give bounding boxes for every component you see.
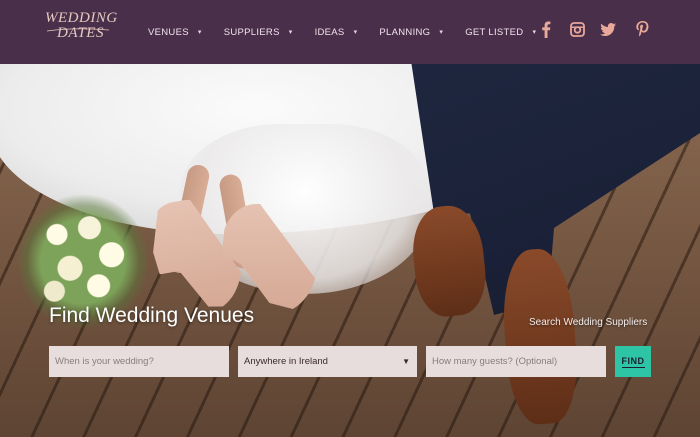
chevron-down-icon: ▾ — [197, 29, 202, 36]
chevron-down-icon: ▾ — [439, 29, 444, 36]
nav-item-label: PLANNING — [379, 26, 431, 38]
search-suppliers-link[interactable]: Search Wedding Suppliers — [529, 317, 647, 328]
nav-item-suppliers[interactable]: SUPPLIERS ▾ — [224, 27, 293, 38]
location-select-value: Anywhere in Ireland — [244, 356, 328, 367]
main-nav: VENUES ▾ SUPPLIERS ▾ IDEAS ▾ PLANNING ▾ … — [148, 0, 558, 64]
site-header: WEDDING DATES VENUES ▾ SUPPLIERS ▾ IDEAS… — [0, 0, 700, 64]
nav-item-get-listed[interactable]: GET LISTED ▾ — [465, 27, 536, 38]
nav-item-planning[interactable]: PLANNING ▾ — [379, 27, 443, 38]
nav-item-label: SUPPLIERS — [223, 26, 280, 38]
instagram-icon[interactable] — [569, 20, 585, 38]
wedding-date-input[interactable] — [49, 346, 229, 377]
location-select[interactable]: Anywhere in Ireland ▼ — [238, 346, 417, 377]
guests-input[interactable] — [426, 346, 606, 377]
hero-title: Find Wedding Venues — [49, 304, 255, 327]
find-button[interactable]: FIND — [615, 346, 651, 377]
twitter-icon[interactable] — [600, 20, 616, 38]
nav-item-label: VENUES — [148, 26, 189, 38]
chevron-down-icon: ▾ — [532, 29, 537, 36]
chevron-down-icon: ▾ — [288, 29, 293, 36]
logo-swash — [46, 28, 110, 32]
dropdown-arrow-icon: ▼ — [402, 357, 410, 366]
site-logo[interactable]: WEDDING DATES — [45, 10, 118, 53]
nav-item-venues[interactable]: VENUES ▾ — [148, 27, 202, 38]
facebook-icon[interactable] — [538, 20, 554, 38]
hero-section: Find Wedding Venues Search Wedding Suppl… — [0, 64, 700, 437]
find-button-label: FIND — [621, 355, 645, 368]
logo-text-line1: WEDDING — [45, 10, 118, 26]
nav-item-ideas[interactable]: IDEAS ▾ — [315, 27, 358, 38]
chevron-down-icon: ▾ — [353, 29, 358, 36]
nav-item-label: GET LISTED — [465, 26, 524, 38]
hero-photo-boot — [498, 246, 582, 427]
pinterest-icon[interactable] — [634, 20, 650, 38]
nav-item-label: IDEAS — [314, 26, 345, 38]
